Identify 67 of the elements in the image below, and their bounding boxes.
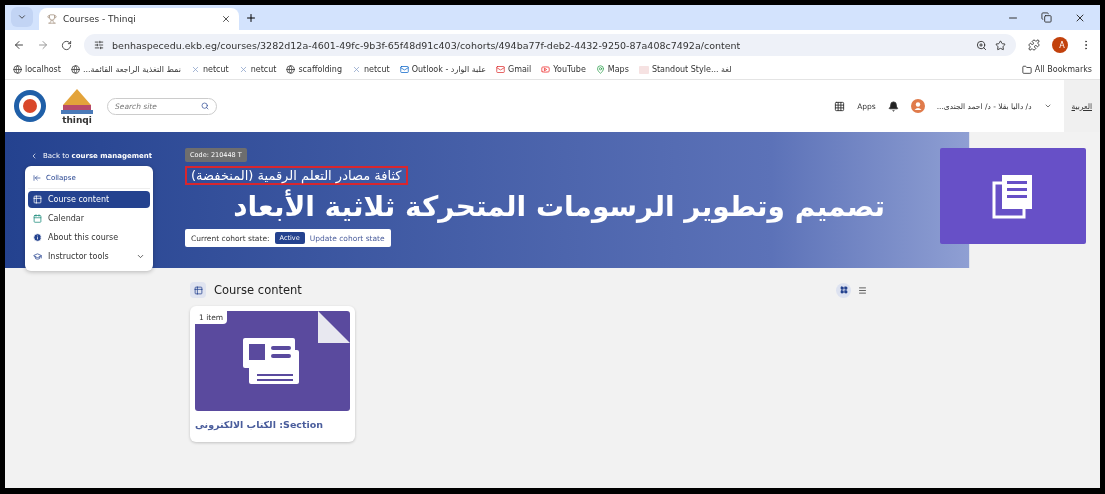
restore-icon[interactable] xyxy=(1041,11,1052,23)
university-logo xyxy=(13,89,47,123)
cross-icon xyxy=(238,65,248,74)
profile-initial: A xyxy=(1058,40,1066,50)
list-icon xyxy=(858,285,867,295)
tab-title: Courses - Thinqi xyxy=(63,14,137,24)
url-text: benhaspecedu.ekb.eg/courses/3282d12a-4601-49fc-9b3f-65f48d91c403/cohorts/494ba77f-deb2-4432-9250-87a408c7492a/content xyxy=(112,39,742,51)
new-tab-icon[interactable] xyxy=(245,11,257,24)
user-avatar[interactable] xyxy=(910,99,925,113)
mail-icon xyxy=(495,65,505,74)
grid-view-button[interactable] xyxy=(836,282,851,298)
star-icon[interactable] xyxy=(995,39,1006,51)
bookmark-link[interactable]: نمط التغذية الراجعة القائمة... xyxy=(82,65,181,74)
globe-icon xyxy=(286,65,296,74)
mail-icon xyxy=(399,65,409,74)
sidebar-item[interactable]: Calendar xyxy=(28,210,150,227)
reload-icon[interactable] xyxy=(61,39,72,51)
bell-icon[interactable] xyxy=(887,100,899,112)
bookmark-link[interactable]: netcut xyxy=(202,65,229,74)
search-icon[interactable] xyxy=(201,102,209,110)
cross-icon xyxy=(190,65,200,74)
bookmark-link[interactable]: YouTube xyxy=(553,65,586,74)
content-icon xyxy=(190,282,206,298)
caret-icon[interactable] xyxy=(1043,102,1052,110)
site-info-icon[interactable] xyxy=(94,40,104,50)
globe-icon xyxy=(13,65,22,74)
section-title: Section: الكتاب الالكترونى xyxy=(195,419,325,430)
map-pin-icon xyxy=(595,65,605,74)
page-fold-icon xyxy=(318,311,350,343)
play-icon xyxy=(541,65,551,74)
chevron-left-icon xyxy=(30,152,38,160)
section-heading: Course content xyxy=(214,283,302,297)
info-icon xyxy=(33,233,42,242)
bookmark-link[interactable]: scaffolding xyxy=(298,65,342,74)
trophy-icon xyxy=(47,14,57,24)
bookmark-link[interactable]: localhost xyxy=(25,65,61,74)
profile-avatar[interactable] xyxy=(1052,37,1068,53)
folder-icon xyxy=(1021,64,1032,75)
sidebar-item[interactable]: Course content xyxy=(28,191,150,208)
course-title: تصميم وتطوير الرسومات المتحركة ثلاثية الأبعاد xyxy=(232,189,886,225)
calendar-icon xyxy=(33,214,42,223)
graduation-cap-icon xyxy=(33,252,42,261)
table-icon xyxy=(33,195,42,204)
bookmark-link[interactable]: Maps xyxy=(607,65,629,74)
bookmark-link[interactable]: Standout Style... لغة xyxy=(651,65,732,74)
bookmark-link[interactable]: Outlook - علبة الوارد xyxy=(411,65,486,74)
apps-grid-icon[interactable] xyxy=(834,100,846,112)
bookmark-link[interactable]: Gmail xyxy=(507,65,532,74)
caret-icon[interactable] xyxy=(136,252,145,261)
logo-caption: thinqi xyxy=(62,115,92,125)
zoom-icon[interactable] xyxy=(976,39,987,51)
close-icon[interactable] xyxy=(221,14,231,24)
back-icon[interactable] xyxy=(13,39,25,51)
caret-icon xyxy=(17,12,27,22)
bookmark-link[interactable]: netcut xyxy=(363,65,390,74)
collapse-icon xyxy=(33,174,41,182)
grid-icon xyxy=(839,286,848,294)
globe-icon xyxy=(70,65,80,74)
sidebar-item[interactable]: About this course xyxy=(28,229,150,246)
bookmark-link[interactable]: All Bookmarks xyxy=(1034,65,1092,74)
browser-tab[interactable]: Courses - Thinqi xyxy=(39,8,239,30)
bookmark-link[interactable]: netcut xyxy=(250,65,277,74)
course-subtitle: كثافة مصادر التعلم الرقمية (المنخفضة) xyxy=(185,166,408,185)
address-bar[interactable]: benhaspecedu.ekb.eg/courses/3282d12a-4601-49fc-9b3f-65f48d91c403/cohorts/494ba77f-deb2-4432-9250-87a408c7492a/content xyxy=(84,34,1016,56)
cross-icon xyxy=(351,65,361,74)
sidebar-item[interactable]: Instructor tools xyxy=(28,248,150,265)
extensions-icon[interactable] xyxy=(1028,39,1040,51)
